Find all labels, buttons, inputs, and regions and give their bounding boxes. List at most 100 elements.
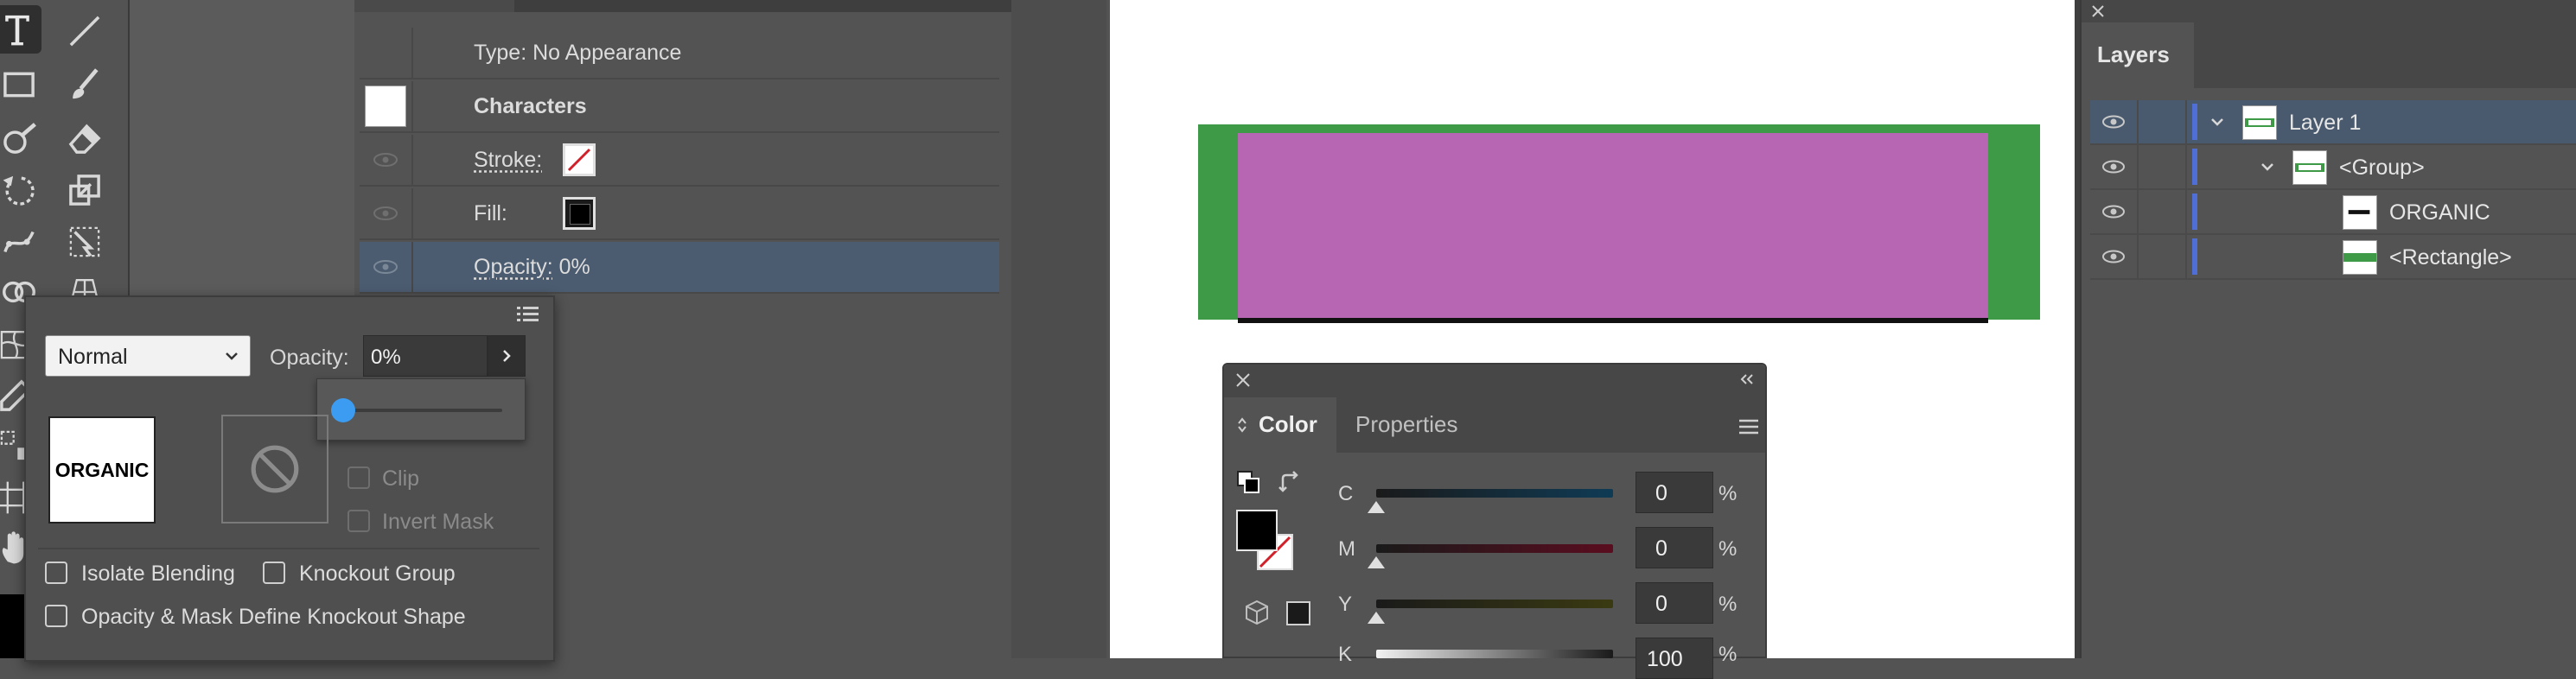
object-thumbnail[interactable]: ORGANIC [48,416,156,524]
yellow-value: 0 [1655,592,1667,616]
options-toggle-icon[interactable] [1236,416,1248,434]
close-icon[interactable] [1234,371,1252,389]
magenta-slider-knob[interactable] [1368,556,1385,568]
magenta-slider-track[interactable] [1376,544,1613,553]
opacity-link-text[interactable]: Opacity: [474,255,553,279]
panel-menu-icon[interactable] [1738,418,1760,435]
layer-lock-toggle[interactable] [2139,100,2187,143]
text-row[interactable]: ORGANIC [2090,190,2576,235]
cyan-unit: % [1718,482,1738,505]
cyan-slider-knob[interactable] [1368,501,1385,513]
clip-label: Clip [382,466,420,491]
group-lock-toggle[interactable] [2139,145,2187,188]
web-safe-swatch[interactable] [1286,601,1310,625]
scale-tool-icon[interactable] [61,166,109,214]
yellow-slider-track[interactable] [1376,600,1613,608]
characters-thumbnail [365,86,406,127]
chevron-down-icon[interactable] [2209,114,2225,130]
puppet-warp-tool-icon[interactable] [0,218,43,266]
stroke-none-swatch[interactable] [563,143,596,176]
appearance-tab-strip [514,0,1011,12]
close-icon[interactable] [2090,3,2106,19]
clip-checkbox[interactable] [348,466,370,489]
rectangle-lock-toggle[interactable] [2139,235,2187,278]
selection-baseline [1238,318,1988,323]
tab-color-label[interactable]: Color [1259,411,1317,438]
yellow-label: Y [1338,593,1353,616]
yellow-slider-knob[interactable] [1368,612,1385,624]
appearance-stroke-label[interactable]: Stroke: [474,148,542,173]
text-color-bar [2192,194,2197,230]
rectangle-row[interactable]: <Rectangle> [2090,235,2576,280]
blend-mode-select[interactable]: Normal [45,335,251,377]
fill-visibility-eye-icon[interactable] [360,188,413,238]
isolate-blending-checkbox[interactable] [45,562,67,584]
purple-rectangle[interactable] [1238,133,1988,321]
rectangle-tool-icon[interactable] [0,60,43,109]
layer-row[interactable]: Layer 1 [2090,100,2576,145]
out-of-gamut-cube-icon[interactable] [1245,600,1269,625]
free-transform-tool-icon[interactable] [61,218,109,266]
eraser-tool-icon[interactable] [61,114,109,162]
text-visibility-eye-icon[interactable] [2090,190,2139,233]
rectangle-visibility-eye-icon[interactable] [2090,235,2139,278]
cyan-input[interactable]: 0 [1636,472,1713,513]
black-input[interactable]: 100 [1636,638,1713,679]
opacity-slider-popup [316,378,526,441]
fill-black-swatch[interactable] [563,197,596,230]
appearance-stroke-row[interactable]: Stroke: [360,135,999,187]
group-name[interactable]: <Group> [2339,155,2425,181]
cyan-value: 0 [1655,481,1667,505]
make-mask-button[interactable] [221,415,328,524]
yellow-input[interactable]: 0 [1636,582,1713,624]
text-lock-toggle[interactable] [2139,190,2187,233]
invert-mask-checkbox[interactable] [348,510,370,532]
paintbrush-tool-icon[interactable] [61,60,109,109]
transparency-divider [38,548,539,549]
chevron-down-icon[interactable] [2260,159,2275,175]
group-row[interactable]: <Group> [2090,145,2576,190]
opacity-visibility-eye-icon[interactable] [360,242,413,292]
group-visibility-eye-icon[interactable] [2090,145,2139,188]
rotate-tool-icon[interactable] [0,166,43,214]
type-tool-icon[interactable] [0,5,41,54]
tab-properties-label[interactable]: Properties [1355,411,1458,438]
knockout-group-checkbox[interactable] [263,562,285,584]
layer-name[interactable]: Layer 1 [2289,111,2361,136]
layer-visibility-eye-icon[interactable] [2090,100,2139,143]
fill-color-swatch[interactable] [1236,510,1278,551]
magenta-input[interactable]: 0 [1636,527,1713,568]
appearance-opacity-label[interactable]: Opacity: 0% [474,255,590,280]
shaper-tool-icon[interactable] [0,114,43,162]
appearance-opacity-value: 0% [558,255,590,279]
collapse-panel-icon[interactable] [1739,373,1755,385]
transparency-flyout: Normal Opacity: 0% ORGANIC Clip Invert M… [24,295,555,662]
no-mask-icon [251,445,299,493]
isolate-blending-label: Isolate Blending [81,562,235,586]
opacity-slider-toggle-button[interactable] [488,335,526,377]
magenta-value: 0 [1655,536,1667,561]
opacity-input-value: 0% [371,346,401,369]
rectangle-name[interactable]: <Rectangle> [2389,245,2512,270]
tab-layers-label[interactable]: Layers [2097,41,2170,68]
stroke-link-text[interactable]: Stroke: [474,148,542,172]
opacity-slider-knob[interactable] [331,398,355,422]
appearance-characters-row[interactable]: Characters [360,81,999,133]
appearance-fill-row[interactable]: Fill: [360,188,999,240]
cyan-slider-track[interactable] [1376,489,1613,498]
opacity-input[interactable]: 0% [363,335,488,377]
transparency-opacity-label: Opacity: [270,346,349,370]
text-object-name[interactable]: ORGANIC [2389,200,2490,225]
appearance-type-label: Type: No Appearance [474,41,682,65]
line-segment-tool-icon[interactable] [61,7,109,55]
swap-fill-stroke-icon[interactable] [1278,470,1304,496]
transparency-menu-icon[interactable] [515,304,541,325]
opacity-mask-knockout-checkbox[interactable] [45,605,67,627]
stroke-visibility-eye-icon[interactable] [360,135,413,185]
black-slider-track[interactable] [1376,650,1613,658]
group-color-bar [2192,149,2197,185]
opacity-slider-track[interactable] [338,409,502,412]
appearance-opacity-row[interactable]: Opacity: 0% [360,242,999,294]
default-fill-stroke-icon[interactable] [1236,470,1262,496]
layers-titlebar [2082,0,2576,22]
